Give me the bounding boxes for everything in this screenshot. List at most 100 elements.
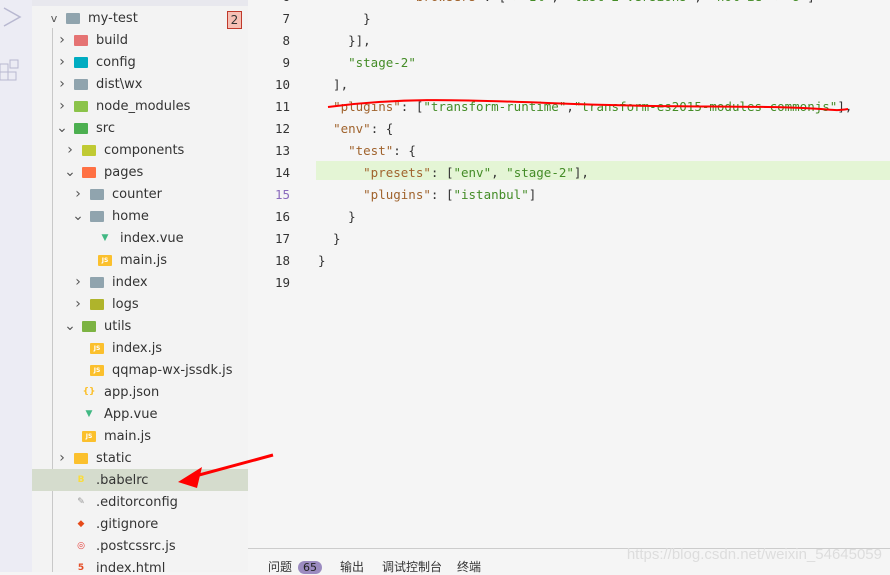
folder-open-icon [66,12,80,24]
chevron-down-icon: v [50,11,58,25]
tab-debug-console[interactable]: 调试控制台 [382,558,442,575]
tree-item-label: static [96,450,132,466]
tree-item-label: main.js [104,428,151,444]
tree-item[interactable]: › index [32,271,248,293]
tree-item[interactable]: › logs [32,293,248,315]
git-icon: ◆ [77,518,85,529]
problems-badge: 2 [227,11,242,29]
tree-item[interactable]: {} app.json [32,381,248,403]
js-icon: JS [82,430,96,442]
watermark: https://blog.csdn.net/weixin_54645059 [626,546,882,563]
tree-item[interactable]: › dist\wx [32,73,248,95]
folder-pages-icon [82,166,96,178]
tree-item-label: logs [112,296,139,312]
tree-item-label: qqmap-wx-jssdk.js [112,362,233,378]
tree-item-label: counter [112,186,163,202]
folder-static-icon [74,452,88,464]
tree-item-label: .babelrc [96,472,149,488]
extensions-icon[interactable] [0,56,22,82]
tree-item-label: home [112,208,149,224]
red-underline-annotation [327,99,849,112]
problems-count-badge: 65 [298,561,323,574]
html-icon: 5 [77,562,85,573]
js-icon: JS [90,364,104,376]
folder-logs-icon [90,298,104,310]
vue-icon: ▼ [101,232,109,243]
folder-icon [74,78,88,90]
tab-terminal[interactable]: 终端 [457,558,481,575]
tree-item[interactable]: › counter [32,183,248,205]
tree-item[interactable]: ⌄ utils [32,315,248,337]
tree-root-my-test[interactable]: v my-test [32,7,248,29]
tree-item[interactable]: › build [32,29,248,51]
tree-item-label: pages [104,164,144,180]
tree-item[interactable]: JS index.js [32,337,248,359]
chevron-right-icon: › [75,186,81,202]
tree-item-label: main.js [120,252,167,268]
activity-bar [0,0,32,572]
folder-node-icon [74,100,88,112]
tree-item[interactable]: ⌄ src [32,117,248,139]
folder-utils-icon [82,320,96,332]
json-icon: {} [82,386,96,397]
folder-open-icon [90,210,104,222]
tree-item-label: config [96,54,136,70]
chevron-right-icon: › [59,32,65,48]
tab-problems[interactable]: 问题 65 [268,558,323,575]
folder-icon [90,188,104,200]
tree-item[interactable]: JS main.js [32,249,248,271]
tree-item[interactable]: › node_modules [32,95,248,117]
chevron-right-icon: › [75,296,81,312]
tree-item-label: dist\wx [96,76,143,92]
babel-icon: B [77,474,85,485]
chevron-down-icon: ⌄ [56,120,68,136]
tree-item-label: utils [104,318,132,334]
tree-item-label: components [104,142,185,158]
vue-icon: ▼ [85,408,93,419]
tree-item[interactable]: ⌄ pages [32,161,248,183]
tree-item-label: build [96,32,128,48]
tree-item-label: node_modules [96,98,191,114]
tree-item-label: .editorconfig [96,494,178,510]
red-arrow-annotation [178,453,274,488]
chevron-right-icon: › [59,98,65,114]
tree-item-label: my-test [88,10,138,26]
tree-item-label: app.json [104,384,160,400]
tree-item-label: src [96,120,115,136]
chevron-down-icon: ⌄ [64,164,76,180]
editorconfig-icon: ✎ [77,496,85,507]
tree-item[interactable]: 5 index.html [32,557,248,573]
tree-item-label: App.vue [104,406,158,422]
tree-item[interactable]: JS qqmap-wx-jssdk.js [32,359,248,381]
tree-item-label: index.js [112,340,163,356]
folder-config-icon [74,56,88,68]
tree-item[interactable]: › config [32,51,248,73]
tree-item-label: index.vue [120,230,184,246]
tab-output[interactable]: 输出 [340,558,364,575]
tree-item[interactable]: ▼ App.vue [32,403,248,425]
tree-item-label: index [112,274,148,290]
chevron-right-icon: › [59,76,65,92]
postcss-icon: ◎ [77,540,85,551]
folder-src-icon [74,122,88,134]
tree-item-label: index.html [96,560,166,573]
tree-item-label: .gitignore [96,516,159,532]
tree-item[interactable]: ▼ index.vue [32,227,248,249]
folder-components-icon [82,144,96,156]
folder-icon [90,276,104,288]
chevron-right-icon: › [67,142,73,158]
debug-icon[interactable] [0,4,22,30]
tree-item[interactable]: ◎ .postcssrc.js [32,535,248,557]
tree-item-label: .postcssrc.js [96,538,176,554]
code-editor[interactable]: 6 "browsers": ["> 1%", "last 2 versions"… [248,0,890,548]
chevron-right-icon: › [59,54,65,70]
tree-item[interactable]: JS main.js [32,425,248,447]
chevron-down-icon: ⌄ [64,318,76,334]
chevron-right-icon: › [59,450,65,466]
chevron-down-icon: ⌄ [72,208,84,224]
chevron-right-icon: › [75,274,81,290]
js-icon: JS [98,254,112,266]
tree-item[interactable]: ⌄ home [32,205,248,227]
tree-item[interactable]: ◆ .gitignore [32,513,248,535]
tree-item[interactable]: › components [32,139,248,161]
